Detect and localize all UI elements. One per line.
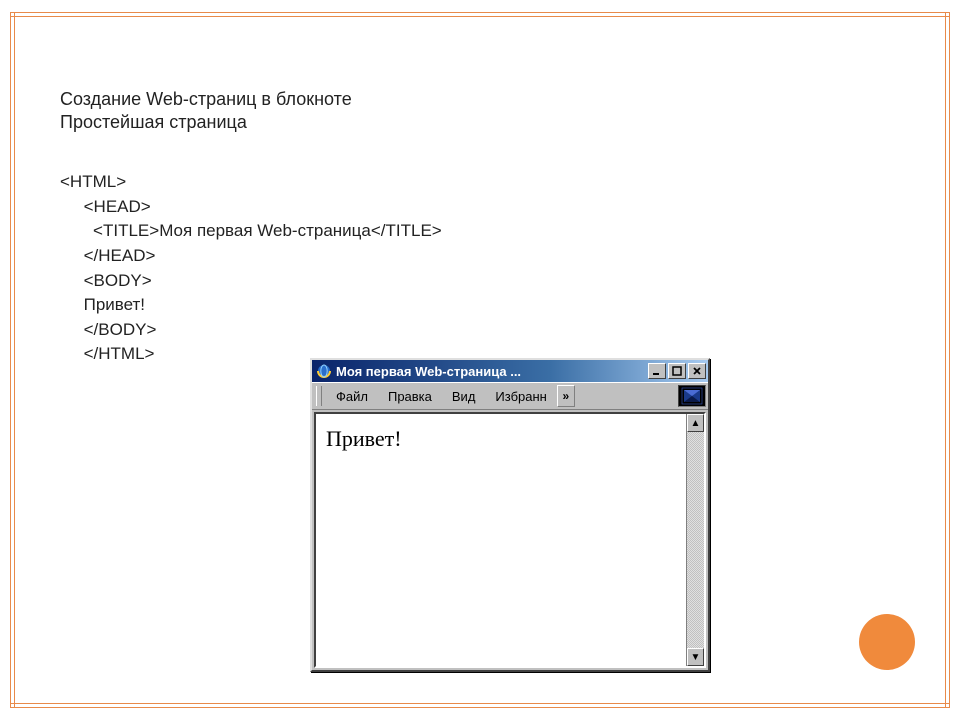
content-wrap: Привет! ▲ ▼ bbox=[312, 410, 708, 670]
maximize-button[interactable] bbox=[668, 363, 686, 379]
scroll-up-button[interactable]: ▲ bbox=[687, 414, 704, 432]
menubar: Файл Правка Вид Избранн » bbox=[312, 382, 708, 410]
scrollbar-track[interactable] bbox=[687, 432, 704, 648]
menu-file[interactable]: Файл bbox=[326, 387, 378, 406]
menu-favorites[interactable]: Избранн bbox=[485, 387, 556, 406]
close-button[interactable] bbox=[688, 363, 706, 379]
toolbar-grip[interactable] bbox=[316, 386, 322, 406]
frame-border bbox=[10, 703, 950, 704]
page-content: Привет! bbox=[316, 414, 686, 666]
frame-border bbox=[10, 12, 950, 13]
frame-border bbox=[10, 12, 11, 708]
slide-heading: Создание Web-страниц в блокноте Простейш… bbox=[60, 88, 352, 135]
window-title: Моя первая Web-страница ... bbox=[336, 364, 644, 379]
code-line: <TITLE>Моя первая Web-страница</TITLE> bbox=[60, 221, 442, 240]
menu-overflow-button[interactable]: » bbox=[557, 385, 575, 407]
internet-explorer-icon bbox=[316, 363, 332, 379]
frame-border bbox=[949, 12, 950, 708]
browser-throbber-icon bbox=[678, 385, 706, 407]
frame-border bbox=[10, 707, 950, 708]
code-line: Привет! bbox=[60, 295, 145, 314]
menu-edit[interactable]: Правка bbox=[378, 387, 442, 406]
page-body-text: Привет! bbox=[326, 426, 402, 451]
content-sunken: Привет! ▲ ▼ bbox=[314, 412, 706, 668]
decorative-circle-icon bbox=[859, 614, 915, 670]
code-line: <BODY> bbox=[60, 271, 152, 290]
code-line: <HEAD> bbox=[60, 197, 151, 216]
code-line: </HEAD> bbox=[60, 246, 155, 265]
menu-view[interactable]: Вид bbox=[442, 387, 486, 406]
browser-window: Моя первая Web-страница ... Файл Правка … bbox=[310, 358, 710, 672]
frame-border bbox=[10, 16, 950, 17]
html-source-code: <HTML> <HEAD> <TITLE>Моя первая Web-стра… bbox=[60, 170, 442, 367]
code-line: <HTML> bbox=[60, 172, 126, 191]
scroll-down-button[interactable]: ▼ bbox=[687, 648, 704, 666]
code-line: </BODY> bbox=[60, 320, 156, 339]
frame-border bbox=[945, 12, 946, 708]
vertical-scrollbar[interactable]: ▲ ▼ bbox=[686, 414, 704, 666]
code-line: </HTML> bbox=[60, 344, 154, 363]
titlebar[interactable]: Моя первая Web-страница ... bbox=[312, 360, 708, 382]
heading-line-1: Создание Web-страниц в блокноте bbox=[60, 88, 352, 111]
heading-line-2: Простейшая страница bbox=[60, 111, 352, 134]
minimize-button[interactable] bbox=[648, 363, 666, 379]
frame-border bbox=[14, 12, 15, 708]
